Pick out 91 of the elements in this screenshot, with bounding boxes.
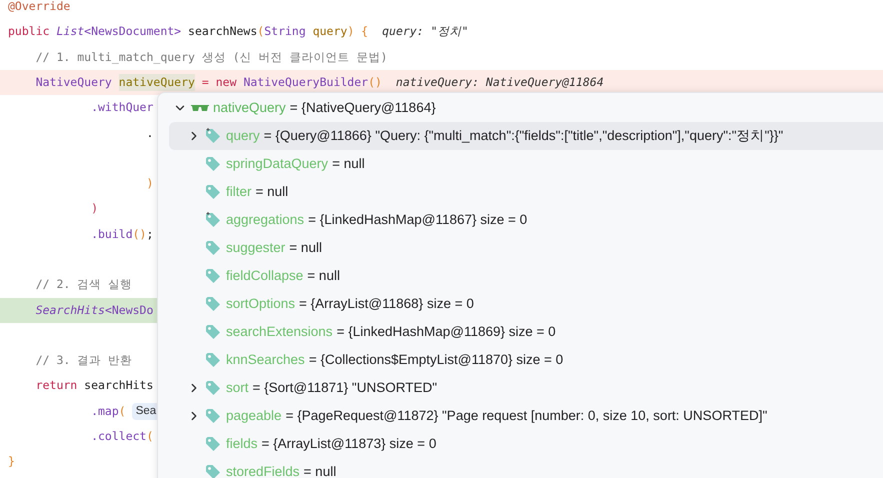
field-name: filter [226,182,252,201]
tag-icon [205,184,221,200]
tag-icon [205,156,221,172]
code-text: searchNews [187,23,258,40]
field-name: storedFields [226,462,300,478]
variable-row[interactable]: fields = {ArrayList@11873} size = 0 [169,430,883,458]
field-value: = {ArrayList@11873} size = 0 [262,434,436,453]
code-comment: // 2. 검색 실행 [34,276,132,294]
tag-icon [205,408,221,424]
type-name: <NewsDocument> [84,23,182,40]
field-value: = {ArrayList@11868} size = 0 [299,294,474,313]
type-name: NativeQuery [34,74,113,91]
variable-row[interactable]: pageable = {PageRequest@11872} "Page request [number: 0, size 10, sort: UNSORTED]" [169,402,883,430]
method-call: .build [90,226,133,243]
tag-icon [205,352,221,368]
method-call: .collect [90,428,146,446]
field-value: = null [289,238,322,257]
bracket: () [368,74,382,91]
keyword: new [216,74,238,91]
type-name: SearchHits [34,302,105,319]
field-value: = null [307,266,340,285]
type-name: List [56,23,84,40]
variable-row[interactable]: fieldCollapse = null [169,262,883,290]
variable-row[interactable]: sort = {Sort@11871} "UNSORTED" [169,374,883,402]
inlay-hint: query: "정치" [382,23,468,40]
bracket: ) [347,23,354,40]
field-value: = null [304,462,336,478]
code-text: . [145,124,154,142]
field-value: = {PageRequest@11872} "Page request [number: 0, size 10, sort: UNSORTED]" [286,406,768,425]
code-text: ; [146,226,154,243]
variable-row[interactable]: knnSearches = {Collections$EmptyList@11870} size = 0 [169,346,883,374]
variable-row[interactable]: query = {Query@11866} "Query: {"multi_match":{"fields":["title","description"],"query":"정치"}}" [169,122,883,150]
type-name: String [264,23,306,40]
variable-row[interactable]: searchExtensions = {LinkedHashMap@11869} size = 0 [169,318,883,346]
field-value: = {LinkedHashMap@11867} size = 0 [308,210,528,229]
bracket: ) [145,175,154,192]
field-value: = null [256,182,288,201]
method-call: .withQuer [90,99,154,116]
bracket: ( [146,428,154,446]
tag-icon [205,240,221,256]
field-name: aggregations [226,210,304,229]
tag-icon [205,436,221,452]
field-value: = null [332,154,365,173]
inlay-hint: nativeQuery: NativeQuery@11864 [396,74,604,91]
tag-icon [205,268,221,284]
bracket: } [8,453,15,470]
parameter-name: query [312,23,348,40]
static-tag-icon [205,128,221,144]
type-name: <NewsDo [104,302,154,319]
field-name: suggester [226,238,286,257]
static-tag-icon [205,212,221,228]
variable-row[interactable]: suggester = null [169,234,883,262]
field-name: searchExtensions [226,322,333,341]
variable-row[interactable]: springDataQuery = null [169,150,883,178]
method-call: .map [90,402,119,420]
tag-icon [205,296,221,312]
field-name: springDataQuery [226,154,328,173]
tag-icon [205,380,221,396]
field-value: = {Query@11866} "Query: {"multi_match":{"fields":["title","description"],"query":"정치"}}" [264,126,784,145]
type-name: NativeQueryBuilder [243,74,368,91]
bracket: { [360,23,368,40]
variable-row[interactable]: filter = null [169,178,883,206]
field-name: knnSearches [226,350,305,369]
bracket: () [132,226,146,243]
field-name: pageable [226,406,282,425]
field-value: = {Sort@11871} "UNSORTED" [252,378,438,397]
field-name: fieldCollapse [226,266,304,285]
code-comment: // 1. multi_match_query 생성 (신 버전 클라이언트 문법) [34,48,388,66]
field-value: = {LinkedHashMap@11869} size = 0 [336,322,556,341]
field-name: sortOptions [226,294,296,313]
field-name: fields [226,434,258,453]
bracket: ( [118,402,126,420]
field-value: = {Collections$EmptyList@11870} size = 0 [308,350,564,369]
keyword: return [34,377,78,394]
field-name: sort [226,378,249,397]
annotation: @Override [8,0,70,16]
bracket: ( [257,23,264,40]
variable-value: = {NativeQuery@11864} [290,98,436,117]
code-symbol: = [200,74,210,91]
field-name: query [226,126,260,145]
code-text: searchHits [83,377,154,394]
code-comment: // 3. 결과 반환 [34,352,132,370]
variable-row[interactable]: sortOptions = {ArrayList@11868} size = 0 [169,290,883,318]
variable-row[interactable]: storedFields = null [169,458,883,478]
variable-row[interactable]: aggregations = {LinkedHashMap@11867} size = 0 [169,206,883,234]
code-symbol: ) [90,200,98,218]
glasses-icon [191,103,209,113]
tag-icon [205,324,221,340]
variable-name: nativeQuery [118,74,195,92]
variable-name: nativeQuery [213,98,286,117]
keyword: public [8,23,51,40]
